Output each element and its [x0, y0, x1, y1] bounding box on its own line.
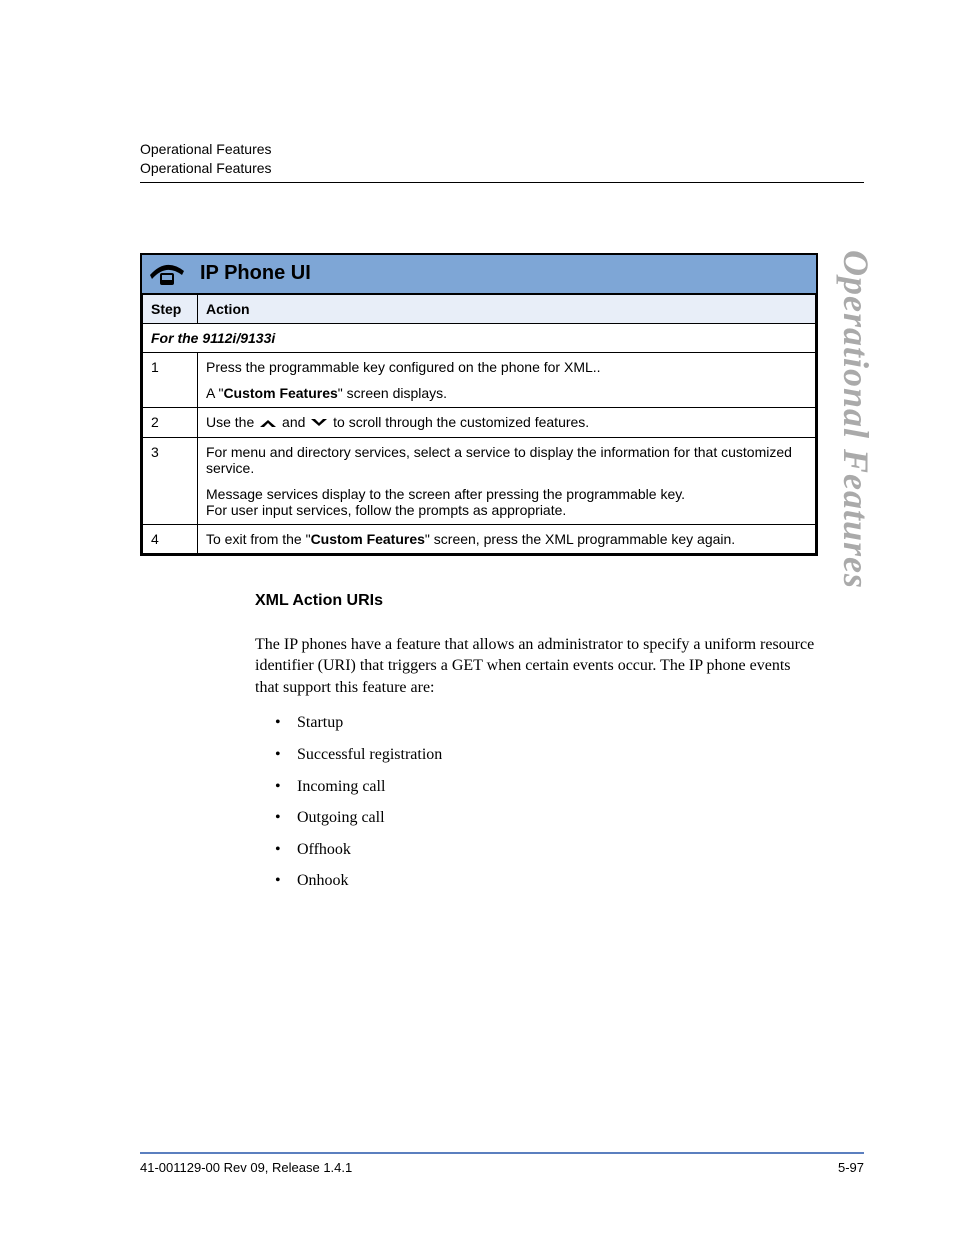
action-text: A "Custom Features" screen displays.: [206, 385, 807, 401]
step-num: 3: [143, 438, 198, 525]
step-action: For menu and directory services, select …: [198, 438, 816, 525]
page-header: Operational Features Operational Feature…: [140, 140, 864, 183]
step-action: Use the and to scroll through the custom…: [198, 407, 816, 437]
action-text: Message services display to the screen a…: [206, 486, 807, 502]
ip-phone-ui-title-bar: IP Phone UI: [142, 255, 816, 294]
header-line-2: Operational Features: [140, 159, 864, 178]
table-row: 1 Press the programmable key configured …: [143, 352, 816, 407]
list-item: Incoming call: [275, 776, 815, 798]
subsection-title: XML Action URIs: [255, 590, 815, 612]
ip-phone-ui-title: IP Phone UI: [200, 262, 311, 285]
ip-phone-ui-box: IP Phone UI Step Action For the 9112i/91…: [140, 253, 818, 556]
page-footer: 41-001129-00 Rev 09, Release 1.4.1 5-97: [140, 1144, 864, 1175]
footer-right: 5-97: [838, 1160, 864, 1175]
document-page: Operational Features Operational Feature…: [0, 0, 954, 1235]
header-line-1: Operational Features: [140, 140, 864, 159]
bullet-list: Startup Successful registration Incoming…: [275, 712, 815, 892]
table-row: 3 For menu and directory services, selec…: [143, 438, 816, 525]
up-arrow-icon: [258, 415, 278, 431]
subheader-cell: For the 9112i/9133i: [143, 323, 816, 352]
steps-table: Step Action For the 9112i/9133i 1 Press …: [142, 294, 816, 554]
content-body: XML Action URIs The IP phones have a fea…: [255, 590, 815, 892]
footer-left: 41-001129-00 Rev 09, Release 1.4.1: [140, 1160, 352, 1175]
table-header-row: Step Action: [143, 294, 816, 323]
list-item: Offhook: [275, 839, 815, 861]
step-num: 4: [143, 525, 198, 554]
step-num: 1: [143, 352, 198, 407]
side-tab-label: Operational Features: [835, 250, 877, 589]
action-text: For menu and directory services, select …: [206, 444, 807, 476]
step-action: To exit from the "Custom Features" scree…: [198, 525, 816, 554]
col-action: Action: [198, 294, 816, 323]
step-num: 2: [143, 407, 198, 437]
footer-line: 41-001129-00 Rev 09, Release 1.4.1 5-97: [140, 1160, 864, 1175]
list-item: Onhook: [275, 870, 815, 892]
list-item: Successful registration: [275, 744, 815, 766]
paragraph: The IP phones have a feature that allows…: [255, 634, 815, 699]
phone-icon: [148, 261, 188, 287]
step-action: Press the programmable key configured on…: [198, 352, 816, 407]
table-row: 2 Use the and to scroll through the cust…: [143, 407, 816, 437]
list-item: Startup: [275, 712, 815, 734]
header-rule: [140, 182, 864, 183]
col-step: Step: [143, 294, 198, 323]
action-text: For user input services, follow the prom…: [206, 502, 807, 518]
table-row: 4 To exit from the "Custom Features" scr…: [143, 525, 816, 554]
list-item: Outgoing call: [275, 807, 815, 829]
footer-rule: [140, 1152, 864, 1154]
down-arrow-icon: [309, 415, 329, 431]
table-subheader-row: For the 9112i/9133i: [143, 323, 816, 352]
action-text: Press the programmable key configured on…: [206, 359, 807, 375]
